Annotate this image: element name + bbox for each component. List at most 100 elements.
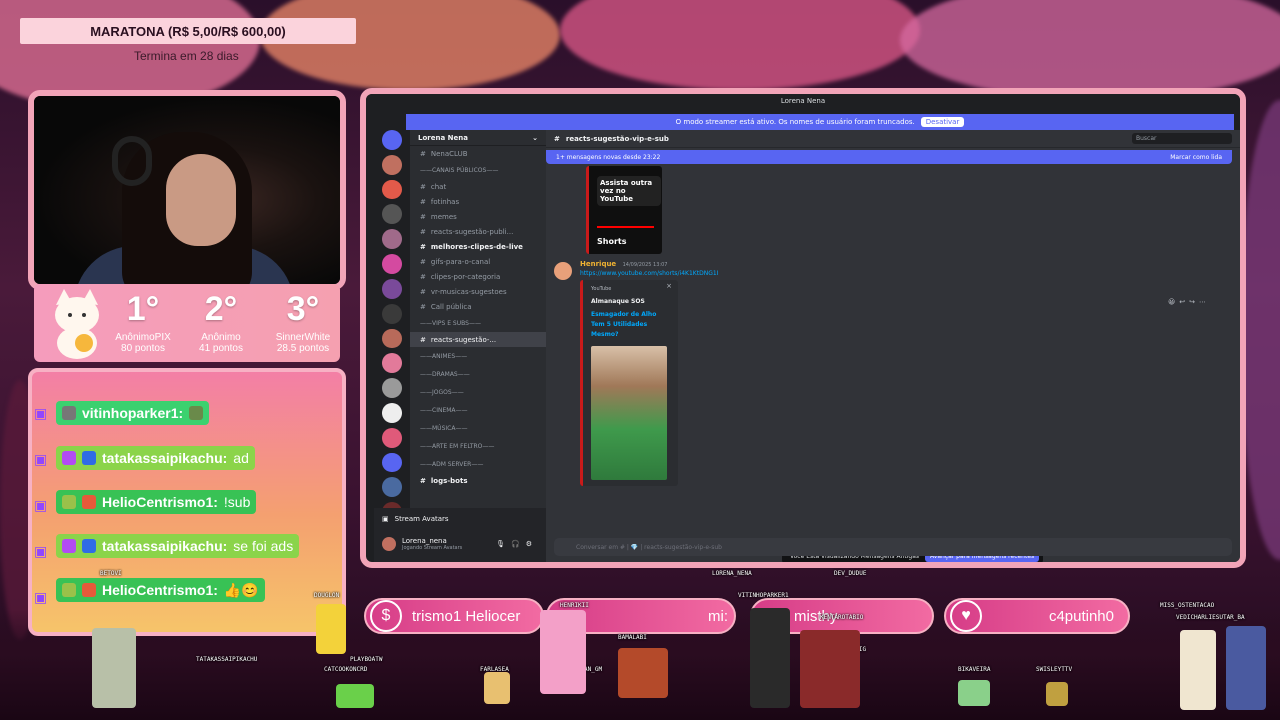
webcam-frame [28,90,346,290]
embed-title[interactable]: Esmagador de Alho Tem 5 Utilidades Mesmo… [591,310,667,340]
alert-text: trismo1 Heliocer [412,607,521,625]
server-folder-icon[interactable] [382,452,402,473]
disable-streamer-mode-button[interactable]: Desativar [920,117,965,127]
channel-category[interactable]: —— MÚSICA —— [410,419,546,437]
rank-name: SinnerWhite [275,332,331,343]
channel-item[interactable]: # fotinhas [410,194,546,209]
channel-category[interactable]: —— ANIMES —— [410,347,546,365]
chat-text: ad [233,450,249,466]
leaderboard-third: 3° SinnerWhite 28.5 pontos [258,292,348,354]
category-label: CINEMA [432,406,456,414]
twitch-icon: ▣ [34,498,48,514]
chevron-down-icon: ⌄ [532,133,538,142]
channel-list: Lorena Nena ⌄ # NenaCLUB —— CANAIS PÚBLI… [410,130,546,508]
channel-item[interactable]: # gifs-para-o-canal [410,254,546,269]
channel-item[interactable]: # vr-musicas-sugestoes [410,284,546,299]
discord-home-icon[interactable] [382,130,402,150]
server-icon[interactable] [382,254,402,274]
channel-category[interactable]: —— ARTE EM FELTRO —— [410,437,546,455]
avatar-sprite [1226,626,1266,710]
leaderboard-second: 2° Anônimo 41 pontos [176,292,266,354]
server-icon[interactable] [382,154,402,175]
chat-text: se foi ads [233,538,294,554]
alert-pill: ♥ c4putinh0 [944,598,1130,634]
server-icon[interactable] [382,353,402,374]
sub-badge-icon [62,451,76,465]
guild-name: Lorena Nena [418,133,468,142]
user-panel: ▣ Stream Avatars Lorena_nena Jogando Str… [374,508,546,562]
avatar-name: BIKAVEIRA [958,666,991,673]
channel-label: chat [430,182,447,191]
blossom-cluster [560,0,920,90]
avatar-sprite [484,672,510,704]
server-icon[interactable] [382,229,402,250]
goal-bar: MARATONA (R$ 5,00/R$ 600,00) [20,18,356,44]
avatar[interactable] [554,262,572,280]
channel-category[interactable]: —— DRAMAS —— [410,365,546,383]
twitch-icon: ▣ [34,406,48,422]
activity-row[interactable]: ▣ Stream Avatars [374,508,546,530]
channel-item[interactable]: # logs-bots [410,473,546,488]
new-messages-bar[interactable]: 1+ mensagens novas desde 23:22 Marcar co… [546,150,1232,164]
message-link[interactable]: https://www.youtube.com/shorts/i4K1KtDNG… [580,270,718,277]
avatar [382,537,396,551]
channel-item[interactable]: # melhores-clipes-de-live [410,239,546,254]
shorts-label: Shorts [597,237,627,246]
channel-category[interactable]: —— CANAIS PÚBLICOS —— [410,161,546,179]
sub-badge-icon [62,539,76,553]
channel-label: reacts-sugestão-publi... [430,227,514,236]
server-icon[interactable] [382,402,402,423]
message: Henrique 14/09/2025 13:07 https://www.yo… [554,260,1232,490]
author-name: Henrique [580,260,617,268]
channel-item[interactable]: # NenaCLUB [410,146,546,161]
server-icon[interactable] [382,303,402,324]
channel-category[interactable]: —— CINEMA —— [410,401,546,419]
message-author[interactable]: doglo [554,562,576,568]
message-composer[interactable]: Conversar em # | 💎 | reacts-sugestão-vip… [554,538,1232,556]
mic-headset-settings-icon[interactable]: 🎙🎧⚙ [496,540,538,548]
close-icon[interactable]: × [666,282,672,290]
server-icon[interactable] [382,179,402,200]
watch-again-label[interactable]: Assista outra vez no YouTube [597,176,661,206]
guild-header[interactable]: Lorena Nena ⌄ [410,130,546,146]
server-icon[interactable] [382,204,402,225]
channel-label: fotinhas [430,197,460,206]
channel-item[interactable]: # Call pública [410,299,546,314]
avatar-name: BAMALABI [618,634,647,641]
embed-author[interactable]: Almanaque SOS [591,298,645,305]
chat-user: tatakassaipikachu: [102,538,228,554]
channel-item[interactable]: # chat [410,179,546,194]
youtube-card[interactable]: Assista outra vez no YouTube Shorts [586,166,662,254]
chat-message: HelioCentrismo1: !sub [56,490,257,514]
channel-item[interactable]: # memes [410,209,546,224]
dollar-icon: $ [370,600,402,632]
category-label: DRAMAS [432,370,458,378]
twitch-icon: ▣ [34,590,48,606]
chat-text: !sub [223,494,251,510]
channel-category[interactable]: —— ADM SERVER —— [410,455,546,473]
rank-name: AnônimoPIX [115,332,171,343]
server-icon[interactable] [382,427,402,448]
channel-item[interactable]: # clipes-por-categoria [410,269,546,284]
avatar-name: DEV_DUDUE [834,570,867,577]
video-thumbnail[interactable] [591,346,667,480]
server-icon[interactable] [382,328,402,349]
message-author[interactable]: Henrique 14/09/2025 13:07 [580,260,667,268]
avatar-name: DOUGLON [314,592,340,599]
user-row[interactable]: Lorena_nena Jogando Stream Avatars 🎙🎧⚙ [374,530,546,558]
mark-read-button[interactable]: Marcar como lida [1170,154,1222,161]
channel-category[interactable]: —— JOGOS —— [410,383,546,401]
server-icon[interactable] [382,278,402,299]
channel-label: reacts-sugestão-... [430,335,497,344]
avatar-sprite [336,684,374,708]
avatar-sprite [750,608,790,708]
channel-item-active[interactable]: # reacts-sugestão-... [410,332,546,347]
hash-icon: # [554,134,560,143]
channel-item[interactable]: # reacts-sugestão-publi... [410,224,546,239]
channel-category[interactable]: —— VIPS E SUBS —— [410,314,546,332]
server-icon[interactable] [382,378,402,398]
server-icon[interactable] [382,477,402,498]
blossom-cluster [900,0,1280,100]
window-titlebar: Lorena Nena [366,94,1240,108]
search-input[interactable]: Buscar [1132,133,1232,144]
